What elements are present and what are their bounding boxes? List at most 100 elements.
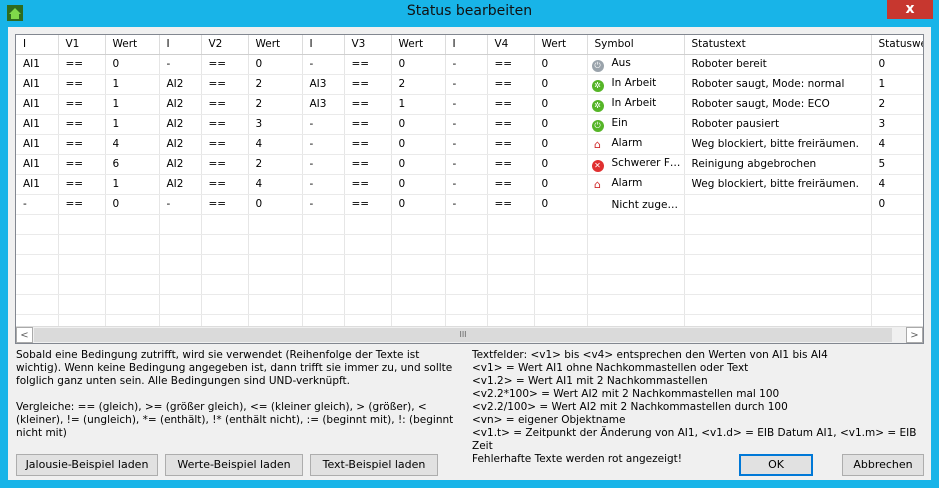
statuswert-cell[interactable]: 1	[871, 74, 923, 95]
table-cell[interactable]: 0	[534, 174, 588, 195]
table-cell[interactable]: -	[159, 194, 202, 215]
load-values-example-button[interactable]: Werte-Beispiel laden	[165, 454, 303, 476]
empty-row[interactable]	[16, 294, 923, 315]
table-cell[interactable]: 0	[391, 154, 446, 175]
table-cell[interactable]	[871, 294, 923, 315]
table-cell[interactable]	[248, 274, 303, 295]
table-cell[interactable]	[391, 294, 446, 315]
table-cell[interactable]: AI2	[159, 174, 202, 195]
symbol-cell[interactable]: ⏻ Aus	[587, 54, 685, 75]
table-cell[interactable]	[58, 294, 106, 315]
table-cell[interactable]	[534, 214, 588, 235]
table-cell[interactable]: ==	[201, 114, 249, 135]
table-cell[interactable]	[871, 254, 923, 275]
table-cell[interactable]	[201, 274, 249, 295]
table-cell[interactable]: ==	[487, 94, 535, 115]
table-cell[interactable]: AI1	[16, 134, 59, 155]
table-cell[interactable]: ==	[201, 134, 249, 155]
table-cell[interactable]: ==	[344, 194, 392, 215]
symbol-cell[interactable]: ✲ In Arbeit	[587, 94, 685, 115]
table-cell[interactable]: AI1	[16, 114, 59, 135]
table-cell[interactable]: ==	[58, 134, 106, 155]
table-cell[interactable]: 6	[105, 154, 160, 175]
table-cell[interactable]: ==	[487, 174, 535, 195]
table-cell[interactable]	[391, 274, 446, 295]
table-cell[interactable]	[105, 214, 160, 235]
symbol-cell[interactable]: ⌂ Alarm	[587, 174, 685, 195]
table-cell[interactable]	[871, 234, 923, 255]
table-cell[interactable]: AI1	[16, 74, 59, 95]
empty-row[interactable]	[16, 254, 923, 275]
statuswert-cell[interactable]: 0	[871, 194, 923, 215]
table-cell[interactable]	[159, 274, 202, 295]
table-cell[interactable]: AI2	[159, 134, 202, 155]
table-cell[interactable]: AI1	[16, 94, 59, 115]
table-cell[interactable]: 0	[391, 114, 446, 135]
statustext-cell[interactable]: Weg blockiert, bitte freiräumen.	[684, 174, 872, 195]
table-cell[interactable]	[201, 234, 249, 255]
table-cell[interactable]: 0	[248, 54, 303, 75]
table-cell[interactable]	[487, 274, 535, 295]
table-cell[interactable]	[159, 234, 202, 255]
table-cell[interactable]: ==	[344, 174, 392, 195]
table-cell[interactable]	[871, 274, 923, 295]
table-cell[interactable]: ==	[487, 54, 535, 75]
statustext-cell[interactable]: Weg blockiert, bitte freiräumen.	[684, 134, 872, 155]
table-cell[interactable]: 4	[248, 134, 303, 155]
table-row[interactable]: AI1 == 1 AI2 == 2 AI3 == 1- == 0 ✲ In Arbeit Roboter …	[16, 94, 923, 115]
status-grid[interactable]: I V1 Wert I V2 Wert I V3 Wert I V4 Wert Symbol Status…	[15, 34, 924, 344]
table-cell[interactable]	[344, 274, 392, 295]
ok-button[interactable]: OK	[739, 454, 813, 476]
table-cell[interactable]	[487, 254, 535, 275]
table-cell[interactable]	[58, 274, 106, 295]
table-cell[interactable]	[344, 214, 392, 235]
table-cell[interactable]: AI2	[159, 154, 202, 175]
table-cell[interactable]: -	[16, 194, 59, 215]
table-cell[interactable]	[344, 234, 392, 255]
table-row[interactable]: - == 0- == 0- == 0- == 0 Nicht zuge… 0	[16, 194, 923, 215]
table-cell[interactable]	[534, 254, 588, 275]
empty-row[interactable]	[16, 234, 923, 255]
table-cell[interactable]	[487, 294, 535, 315]
column-header[interactable]: Symbol	[587, 35, 685, 55]
table-cell[interactable]: ==	[487, 194, 535, 215]
column-header[interactable]: I	[445, 35, 488, 55]
table-cell[interactable]	[344, 254, 392, 275]
table-cell[interactable]: ==	[201, 74, 249, 95]
statuswert-cell[interactable]: 5	[871, 154, 923, 175]
statustext-cell[interactable]: Roboter pausiert	[684, 114, 872, 135]
table-cell[interactable]: 0	[534, 74, 588, 95]
table-cell[interactable]	[445, 234, 488, 255]
table-cell[interactable]	[201, 294, 249, 315]
table-cell[interactable]: AI3	[302, 74, 345, 95]
table-row[interactable]: AI1 == 1 AI2 == 3- == 0- == 0 ⏻ Ein Roboter pausiert…	[16, 114, 923, 135]
table-cell[interactable]: ==	[201, 154, 249, 175]
column-header[interactable]: Wert	[534, 35, 588, 55]
statustext-cell[interactable]: Roboter saugt, Mode: normal	[684, 74, 872, 95]
table-cell[interactable]	[684, 274, 872, 295]
table-cell[interactable]: -	[445, 194, 488, 215]
cancel-button[interactable]: Abbrechen	[842, 454, 924, 476]
table-cell[interactable]: 1	[105, 174, 160, 195]
table-cell[interactable]: AI2	[159, 114, 202, 135]
table-cell[interactable]: -	[445, 154, 488, 175]
table-cell[interactable]: 1	[105, 74, 160, 95]
table-cell[interactable]	[105, 274, 160, 295]
table-cell[interactable]	[684, 254, 872, 275]
table-cell[interactable]: -	[159, 54, 202, 75]
table-cell[interactable]: ==	[344, 114, 392, 135]
symbol-cell[interactable]: ⏻ Ein	[587, 114, 685, 135]
table-cell[interactable]: ==	[58, 174, 106, 195]
table-cell[interactable]: ==	[344, 134, 392, 155]
table-cell[interactable]: AI1	[16, 174, 59, 195]
table-cell[interactable]: ==	[58, 194, 106, 215]
table-row[interactable]: AI1 == 6 AI2 == 2- == 0- == 0 ✕ Schwerer F… Reinigun…	[16, 154, 923, 175]
table-row[interactable]: AI1 == 4 AI2 == 4- == 0- == 0 ⌂ Alarm Weg blockiert,…	[16, 134, 923, 155]
table-cell[interactable]: 1	[391, 94, 446, 115]
table-cell[interactable]	[684, 234, 872, 255]
table-cell[interactable]: ==	[201, 94, 249, 115]
load-jalousie-example-button[interactable]: Jalousie-Beispiel laden	[16, 454, 158, 476]
table-cell[interactable]: ==	[487, 74, 535, 95]
statustext-cell[interactable]	[684, 194, 872, 215]
column-header[interactable]: V4	[487, 35, 535, 55]
